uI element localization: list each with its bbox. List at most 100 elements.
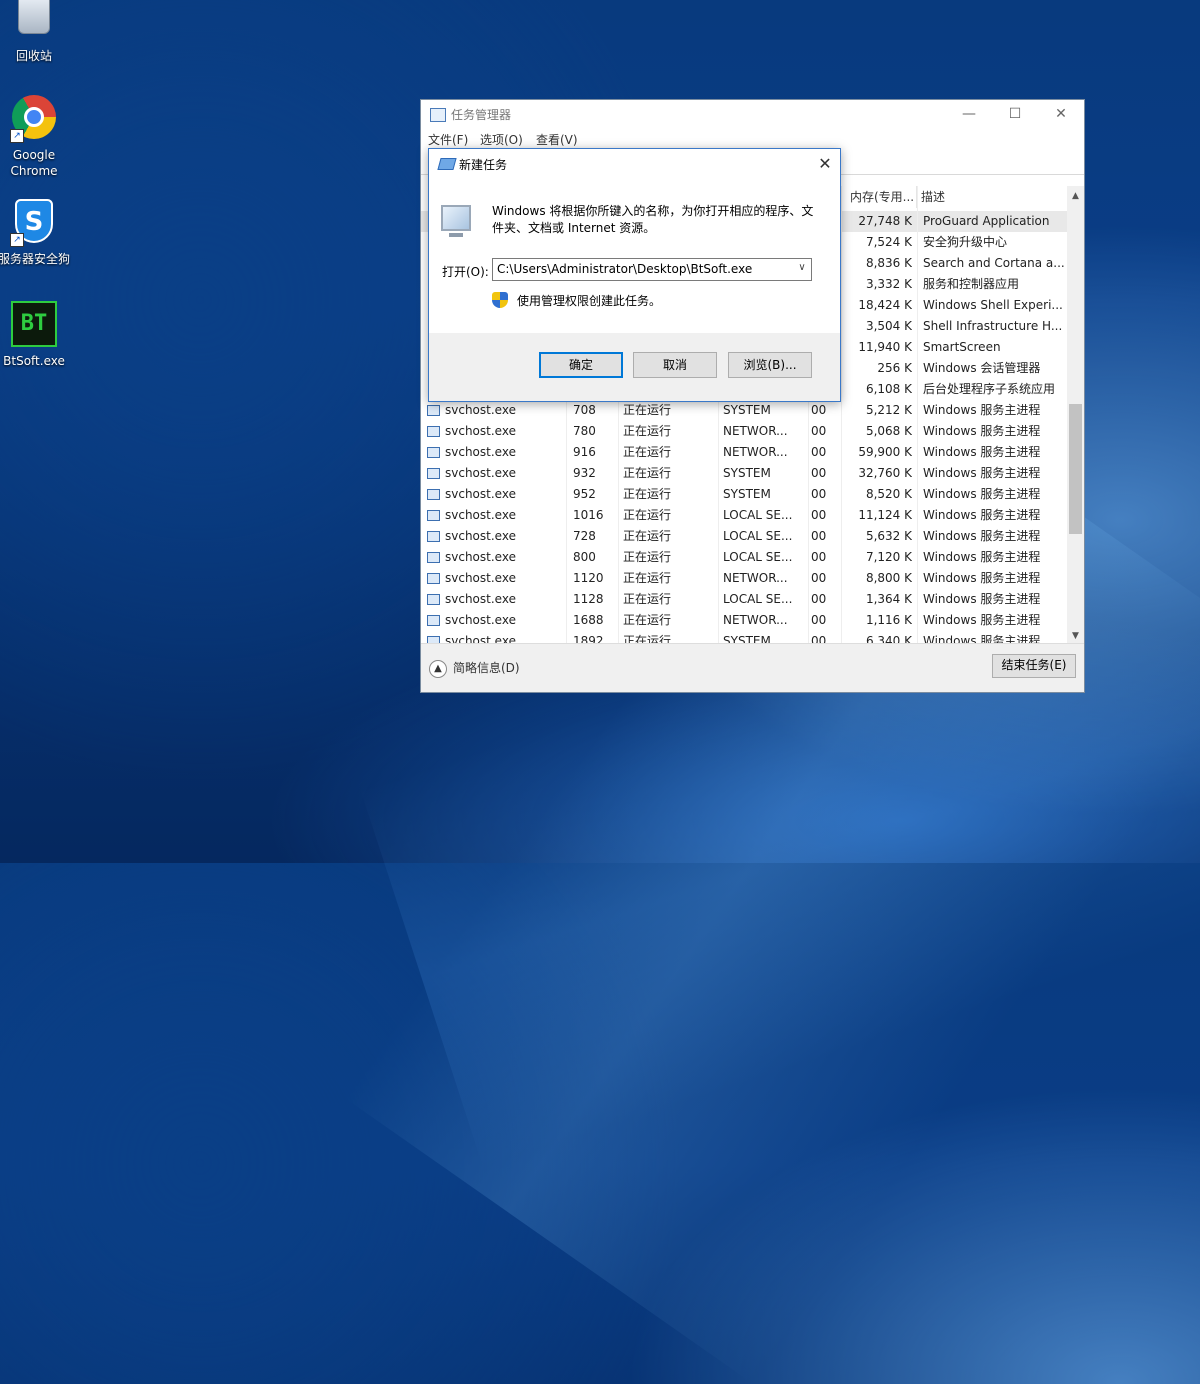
cell-mem: 18,424 K [858, 298, 912, 312]
scroll-down-arrow-icon[interactable]: ▼ [1067, 628, 1084, 644]
cell-status: 正在运行 [623, 592, 672, 606]
process-icon [427, 426, 440, 437]
table-row[interactable]: svchost.exe 800 正在运行 LOCAL SE... 00 7,120 K Wi… [421, 547, 1069, 568]
cell-status: 正在运行 [623, 613, 672, 627]
safedog-shield-icon: S ↗ [10, 199, 58, 247]
task-manager-titlebar[interactable]: 任务管理器 — ☐ ✕ [421, 100, 1084, 128]
cell-status: 正在运行 [623, 403, 672, 417]
menu-view[interactable]: 查看(V) [536, 131, 578, 148]
table-row[interactable]: svchost.exe 952 正在运行 SYSTEM 00 8,520 K Windows… [421, 484, 1069, 505]
cell-desc: Windows 服务主进程 [923, 613, 1041, 627]
table-row[interactable]: svchost.exe 780 正在运行 NETWOR... 00 5,068 K Wind… [421, 421, 1069, 442]
cell-name: svchost.exe [445, 571, 516, 585]
scrollbar-thumb[interactable] [1069, 404, 1082, 534]
cell-status: 正在运行 [623, 487, 672, 501]
desktop-icon-btsoft[interactable]: BT BtSoft.exe [0, 300, 71, 369]
cancel-button[interactable]: 取消 [633, 352, 717, 378]
menu-options[interactable]: 选项(O) [480, 131, 523, 148]
cell-mem: 59,900 K [858, 445, 912, 459]
table-row[interactable]: svchost.exe 1688 正在运行 NETWOR... 00 1,116 K Win… [421, 610, 1069, 631]
dialog-description: Windows 将根据你所键入的名称，为你打开相应的程序、文件夹、文档或 Int… [492, 204, 814, 235]
desktop-icon-chrome[interactable]: ↗ Google Chrome [0, 93, 71, 179]
cell-desc: Shell Infrastructure H... [923, 319, 1063, 333]
task-manager-icon [430, 108, 446, 122]
cell-desc: ProGuard Application [923, 214, 1050, 228]
cell-desc: Windows 服务主进程 [923, 508, 1041, 522]
desktop-icon-recycle-bin[interactable]: 回收站 [0, 0, 71, 64]
end-task-button[interactable]: 结束任务(E) [992, 654, 1076, 678]
process-icon [427, 468, 440, 479]
cell-name: svchost.exe [445, 445, 516, 459]
scroll-up-arrow-icon[interactable]: ▲ [1067, 188, 1084, 204]
column-header-memory[interactable]: 内存(专用... [846, 186, 917, 208]
cell-cpu: 00 [811, 403, 827, 417]
cell-status: 正在运行 [623, 550, 672, 564]
cell-user: SYSTEM [723, 487, 771, 501]
cell-pid: 1120 [573, 571, 604, 585]
table-row[interactable]: svchost.exe 708 正在运行 SYSTEM 00 5,212 K Windows… [421, 400, 1069, 421]
minimize-button[interactable]: — [946, 100, 992, 128]
cell-pid: 952 [573, 487, 596, 501]
cell-cpu: 00 [811, 550, 827, 564]
cell-mem: 8,520 K [865, 487, 912, 501]
chevron-down-icon[interactable]: ∨ [795, 262, 809, 273]
process-icon [427, 594, 440, 605]
process-icon [427, 552, 440, 563]
cell-mem: 8,836 K [865, 256, 912, 270]
table-row[interactable]: svchost.exe 932 正在运行 SYSTEM 00 32,760 K Window… [421, 463, 1069, 484]
open-input-value[interactable]: C:\Users\Administrator\Desktop\BtSoft.ex… [497, 262, 752, 276]
cell-mem: 3,504 K [865, 319, 912, 333]
cell-cpu: 00 [811, 613, 827, 627]
cell-mem: 27,748 K [858, 214, 912, 228]
cell-user: LOCAL SE... [723, 550, 793, 564]
process-icon [427, 447, 440, 458]
dialog-close-button[interactable]: ✕ [810, 149, 840, 179]
dialog-title: 新建任务 [459, 158, 508, 172]
cell-pid: 780 [573, 424, 596, 438]
cell-desc: Windows 服务主进程 [923, 445, 1041, 459]
cell-name: svchost.exe [445, 424, 516, 438]
table-row[interactable]: svchost.exe 728 正在运行 LOCAL SE... 00 5,632 K Wi… [421, 526, 1069, 547]
run-icon [437, 158, 457, 170]
cell-desc: Search and Cortana a... [923, 256, 1065, 270]
table-row[interactable]: svchost.exe 1016 正在运行 LOCAL SE... 00 11,124 K… [421, 505, 1069, 526]
cell-name: svchost.exe [445, 613, 516, 627]
table-row[interactable]: svchost.exe 1120 正在运行 NETWOR... 00 8,800 K Win… [421, 568, 1069, 589]
menu-file[interactable]: 文件(F) [428, 131, 468, 148]
open-combobox[interactable]: C:\Users\Administrator\Desktop\BtSoft.ex… [492, 258, 812, 281]
dialog-titlebar[interactable]: 新建任务 ✕ [429, 149, 840, 179]
recycle-bin-icon [10, 0, 58, 44]
table-row[interactable]: svchost.exe 1128 正在运行 LOCAL SE... 00 1,364 K W… [421, 589, 1069, 610]
cell-name: svchost.exe [445, 466, 516, 480]
close-button[interactable]: ✕ [1038, 100, 1084, 128]
desktop-icon-safedog[interactable]: S ↗ 服务器安全狗 [0, 197, 71, 267]
maximize-button[interactable]: ☐ [992, 100, 1038, 128]
cell-user: NETWOR... [723, 571, 788, 585]
ok-button[interactable]: 确定 [539, 352, 623, 378]
table-row[interactable]: svchost.exe 916 正在运行 NETWOR... 00 59,900 K Win… [421, 442, 1069, 463]
fewer-details-button[interactable]: ▲ 简略信息(D) [429, 658, 520, 678]
cell-user: NETWOR... [723, 445, 788, 459]
cell-mem: 5,212 K [865, 403, 912, 417]
browse-button[interactable]: 浏览(B)... [728, 352, 812, 378]
column-header-description[interactable]: 描述 [917, 186, 1069, 208]
cell-pid: 708 [573, 403, 596, 417]
cell-desc: Windows 会话管理器 [923, 361, 1041, 375]
open-label: 打开(O): [442, 265, 489, 279]
cell-name: svchost.exe [445, 508, 516, 522]
vertical-scrollbar[interactable]: ▲ ▼ [1067, 186, 1084, 646]
cell-name: svchost.exe [445, 550, 516, 564]
cell-status: 正在运行 [623, 508, 672, 522]
cell-desc: Windows 服务主进程 [923, 571, 1041, 585]
cell-user: SYSTEM [723, 403, 771, 417]
window-title: 任务管理器 [451, 108, 512, 122]
cell-cpu: 00 [811, 466, 827, 480]
dialog-button-bar: 确定 取消 浏览(B)... [429, 333, 840, 401]
column-separator [841, 186, 842, 646]
cell-cpu: 00 [811, 445, 827, 459]
cell-mem: 7,524 K [865, 235, 912, 249]
dialog-body: Windows 将根据你所键入的名称，为你打开相应的程序、文件夹、文档或 Int… [429, 179, 840, 335]
cell-user: SYSTEM [723, 466, 771, 480]
cell-status: 正在运行 [623, 466, 672, 480]
cell-cpu: 00 [811, 571, 827, 585]
